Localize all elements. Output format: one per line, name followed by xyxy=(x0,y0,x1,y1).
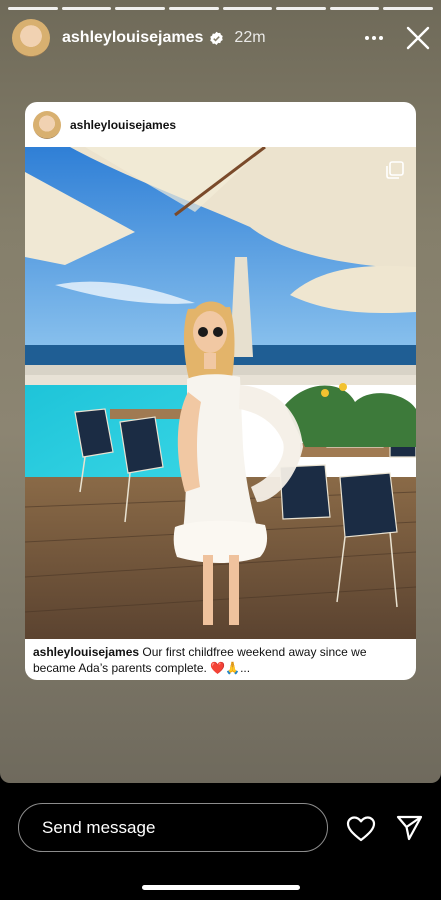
progress-segment xyxy=(276,7,326,10)
caption-username: ashleylouisejames xyxy=(33,645,140,659)
story-view[interactable]: ashleylouisejames 22m ashleylouisejames xyxy=(0,0,441,783)
heart-icon[interactable] xyxy=(346,815,376,843)
story-timestamp: 22m xyxy=(234,29,266,46)
avatar[interactable] xyxy=(12,19,50,57)
progress-segment xyxy=(329,7,380,10)
shared-post-card[interactable]: ashleylouisejames ashleylouisejames Our … xyxy=(25,102,416,680)
send-icon[interactable] xyxy=(396,815,423,841)
send-message-input[interactable]: Send message xyxy=(18,803,328,852)
send-message-placeholder: Send message xyxy=(42,817,156,837)
progress-segment xyxy=(115,7,165,10)
progress-segment xyxy=(222,7,273,10)
more-icon[interactable] xyxy=(361,25,387,51)
shared-post-username: ashleylouisejames xyxy=(70,117,177,132)
story-username[interactable]: ashleylouisejames xyxy=(62,29,203,47)
shared-post-header: ashleylouisejames xyxy=(25,102,416,147)
post-photo xyxy=(25,147,416,639)
home-indicator xyxy=(142,885,300,890)
verified-badge-icon xyxy=(210,31,224,45)
story-progress-bar xyxy=(8,7,433,10)
progress-segment xyxy=(61,7,112,10)
progress-segment xyxy=(168,7,219,10)
progress-segment xyxy=(8,7,58,10)
story-reply-bar: Send message xyxy=(0,783,441,900)
post-caption: ashleylouisejames Our first childfree we… xyxy=(33,644,408,676)
story-header: ashleylouisejames 22m xyxy=(12,18,431,58)
post-photo-illustration xyxy=(25,147,416,639)
close-icon[interactable] xyxy=(405,25,431,51)
avatar xyxy=(33,110,61,139)
progress-segment xyxy=(383,7,433,10)
multiple-photos-icon xyxy=(386,161,404,179)
